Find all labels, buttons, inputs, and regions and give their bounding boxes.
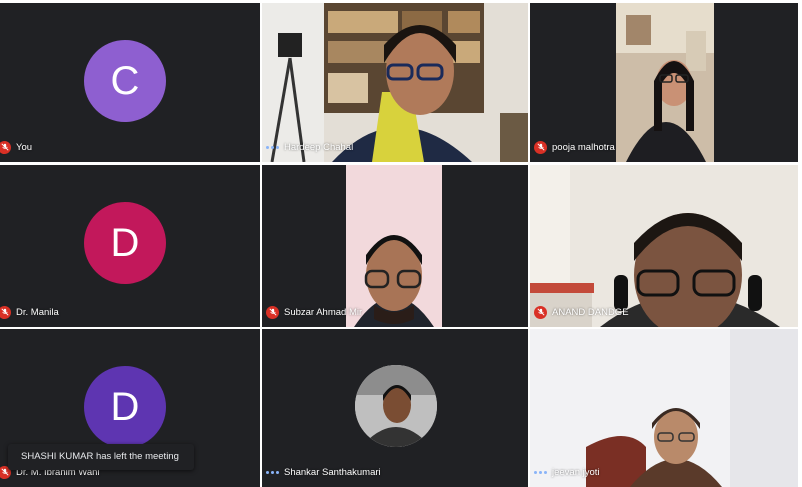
participant-label: Dr. Manila (0, 303, 59, 321)
avatar (355, 365, 437, 447)
mic-off-icon (0, 140, 11, 154)
video-feed (616, 3, 714, 162)
participant-name: You (16, 141, 33, 153)
mic-off-icon (534, 140, 547, 154)
avatar: D (84, 366, 166, 448)
audio-level-icon (534, 470, 547, 474)
participant-label: Hardeep Chahal (266, 138, 353, 156)
participant-name: pooja malhotra (552, 141, 615, 153)
participant-label: You (0, 138, 32, 156)
participant-tile-subzar-ahmad-mir[interactable]: Subzar Ahmad Mir (262, 165, 528, 327)
participant-tile-shankar-santhakumari[interactable]: Shankar Santhakumari (262, 329, 528, 487)
participant-name: jeevan jyoti (552, 466, 600, 478)
mic-off-icon (0, 305, 11, 319)
participant-name: Shankar Santhakumari (284, 466, 381, 478)
participant-tile-jeevan-jyoti[interactable]: jeevan jyoti (530, 329, 798, 487)
participant-label: Shankar Santhakumari (266, 463, 381, 481)
participant-tile-pooja-malhotra[interactable]: pooja malhotra (530, 3, 798, 162)
participant-name: Dr. Manila (16, 306, 59, 318)
mic-off-icon (534, 305, 547, 319)
audio-level-icon (266, 470, 279, 474)
participant-tile-you[interactable]: C You (0, 3, 260, 162)
avatar: C (84, 40, 166, 122)
notification-toast: SHASHI KUMAR has left the meeting (8, 444, 194, 470)
participant-label: Subzar Ahmad Mir (266, 303, 362, 321)
participant-label: jeevan jyoti (534, 463, 600, 481)
participant-tile-dr-manila[interactable]: D Dr. Manila (0, 165, 260, 327)
participant-label: ANAND DANDGE (534, 303, 629, 321)
audio-level-icon (266, 145, 279, 149)
participant-name: Hardeep Chahal (284, 141, 354, 153)
mic-off-icon (266, 305, 279, 319)
participant-tile-anand-dandge[interactable]: ANAND DANDGE (530, 165, 798, 327)
participant-name: ANAND DANDGE (552, 306, 629, 318)
avatar: D (84, 202, 166, 284)
participant-name: Subzar Ahmad Mir (284, 306, 363, 318)
meeting-grid: C You Hardeep Chahal pooja malhotra D Dr… (0, 0, 802, 487)
participant-tile-hardeep-chahal[interactable]: Hardeep Chahal (262, 3, 528, 162)
participant-label: pooja malhotra (534, 138, 615, 156)
